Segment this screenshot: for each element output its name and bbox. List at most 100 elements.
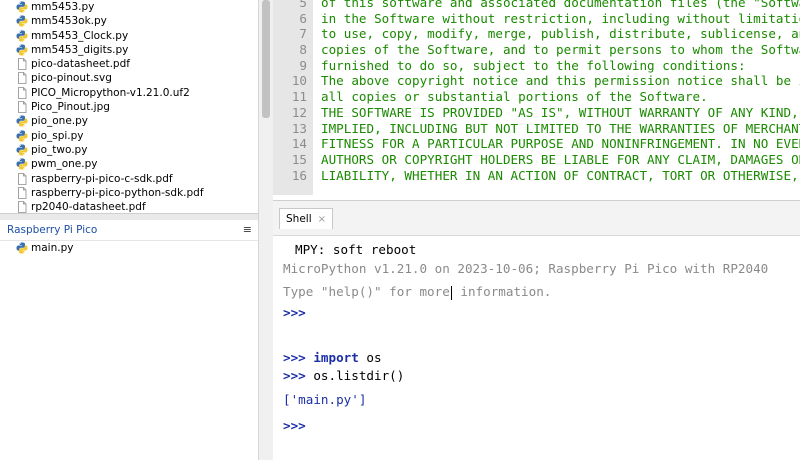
file-item[interactable]: rp2040-datasheet.pdf xyxy=(0,200,258,213)
file-item[interactable]: pico-pinout.svg xyxy=(0,71,258,85)
file-item[interactable]: mm5453ok.py xyxy=(0,14,258,28)
line-number: 12 xyxy=(291,104,307,120)
file-name: raspberry-pi-pico-python-sdk.pdf xyxy=(31,186,204,199)
line-number: 5 xyxy=(299,0,307,10)
tab-shell[interactable]: Shell × xyxy=(279,208,334,229)
file-item[interactable]: mm5453_digits.py xyxy=(0,43,258,57)
text-caret xyxy=(450,285,452,300)
menu-icon[interactable]: ≡ xyxy=(243,220,252,240)
editor-text[interactable]: of this software and associated document… xyxy=(313,0,800,195)
line-number: 14 xyxy=(291,136,307,152)
file-name: Pico_Pinout.jpg xyxy=(31,101,110,114)
file-icon xyxy=(16,172,28,185)
line-number: 15 xyxy=(291,151,307,167)
file-icon xyxy=(16,101,28,113)
python-file-icon xyxy=(16,44,28,56)
file-name: rp2040-datasheet.pdf xyxy=(31,201,146,213)
device-panel-header: Raspberry Pi Pico ≡ xyxy=(0,220,258,241)
import-module: os xyxy=(358,350,382,365)
listdir-line: >>> os.listdir() xyxy=(283,367,404,384)
file-name: mm5453_digits.py xyxy=(31,43,129,56)
device-file-list: main.py xyxy=(0,241,258,255)
import-line: >>> import os xyxy=(283,349,382,366)
file-name: pio_spi.py xyxy=(31,129,84,142)
code-line[interactable]: of this software and associated document… xyxy=(313,0,800,11)
file-name: pico-pinout.svg xyxy=(31,72,112,85)
shell-prompt: >>> xyxy=(283,368,306,383)
file-icon xyxy=(16,58,28,71)
file-item[interactable]: raspberry-pi-pico-c-sdk.pdf xyxy=(0,172,258,186)
file-name: mm5453.py xyxy=(31,1,95,13)
listdir-result: ['main.py'] xyxy=(283,392,367,407)
code-line[interactable]: IMPLIED, INCLUDING BUT NOT LIMITED TO TH… xyxy=(313,121,800,137)
file-item[interactable]: main.py xyxy=(0,241,258,255)
file-item[interactable]: mm5453.py xyxy=(0,0,258,14)
file-item[interactable]: raspberry-pi-pico-python-sdk.pdf xyxy=(0,186,258,200)
file-name: mm5453_Clock.py xyxy=(31,29,129,42)
file-name: pio_two.py xyxy=(31,143,88,156)
shell-prompt: >>> xyxy=(283,305,306,320)
device-files-panel: Raspberry Pi Pico ≡ main.py xyxy=(0,220,258,460)
import-keyword: import xyxy=(313,350,359,365)
file-item[interactable]: pico-datasheet.pdf xyxy=(0,57,258,71)
file-item[interactable]: pio_spi.py xyxy=(0,129,258,143)
file-name: mm5453ok.py xyxy=(31,15,107,28)
file-icon xyxy=(16,186,28,199)
file-item[interactable]: Pico_Pinout.jpg xyxy=(0,100,258,114)
code-line[interactable]: all copies or substantial portions of th… xyxy=(313,89,800,105)
help-hint-line: Type "help()" for more information. xyxy=(283,283,551,300)
file-list: mm5453.py mm5453ok.py mm5453_Clock.py mm545… xyxy=(0,0,258,213)
file-name: main.py xyxy=(31,242,74,254)
file-item[interactable]: pwm_one.py xyxy=(0,157,258,171)
code-line[interactable]: copies of the Software, and to permit pe… xyxy=(313,42,800,58)
local-files-panel: mm5453.py mm5453ok.py mm5453_Clock.py mm545… xyxy=(0,0,259,213)
python-file-icon xyxy=(16,242,28,254)
python-file-icon xyxy=(16,115,28,127)
shell-console[interactable]: MPY: soft reboot MicroPython v1.21.0 on … xyxy=(273,236,800,461)
listdir-command: os.listdir() xyxy=(305,368,405,383)
code-line[interactable]: in the Software without restriction, inc… xyxy=(313,11,800,27)
file-item[interactable]: mm5453_Clock.py xyxy=(0,29,258,43)
files-scrollbar[interactable] xyxy=(258,0,273,460)
code-line[interactable]: to use, copy, modify, merge, publish, di… xyxy=(313,26,800,42)
code-editor[interactable]: 5 6 7 8 9 10 11 12 13 14 15 16 of this software and… xyxy=(273,0,800,200)
panel-splitter[interactable] xyxy=(0,213,258,220)
code-line[interactable]: The above copyright notice and this perm… xyxy=(313,73,800,89)
files-scrollbar-thumb[interactable] xyxy=(262,0,270,118)
file-icon xyxy=(16,72,28,85)
device-panel-title: Raspberry Pi Pico xyxy=(7,224,98,236)
shell-prompt[interactable]: >>> xyxy=(283,417,306,434)
file-icon xyxy=(16,86,28,99)
file-name: pico-datasheet.pdf xyxy=(31,58,130,71)
python-file-icon xyxy=(16,130,28,142)
python-file-icon xyxy=(16,144,28,156)
close-icon[interactable]: × xyxy=(318,214,326,225)
file-item[interactable]: pio_two.py xyxy=(0,143,258,157)
shell-tab-bar: Shell × xyxy=(273,201,800,236)
file-icon xyxy=(16,201,28,213)
shell-panel: Shell × MPY: soft reboot MicroPython v1.2… xyxy=(273,200,800,461)
line-number: 16 xyxy=(291,167,307,183)
code-line[interactable]: LIABILITY, WHETHER IN AN ACTION OF CONTR… xyxy=(313,168,800,184)
code-line[interactable]: AUTHORS OR COPYRIGHT HOLDERS BE LIABLE F… xyxy=(313,152,800,168)
soft-reboot-line: MPY: soft reboot xyxy=(295,242,417,257)
line-number: 9 xyxy=(299,57,307,73)
file-name: pwm_one.py xyxy=(31,158,98,171)
line-number: 10 xyxy=(291,73,307,89)
file-item[interactable]: pio_one.py xyxy=(0,114,258,128)
micropython-banner: MicroPython v1.21.0 on 2023-10-06; Raspb… xyxy=(283,261,769,276)
help-hint-text-rest: information. xyxy=(452,284,552,299)
line-number-gutter: 5 6 7 8 9 10 11 12 13 14 15 16 xyxy=(273,0,313,195)
code-line[interactable]: furnished to do so, subject to the follo… xyxy=(313,58,800,74)
file-item[interactable]: PICO_Micropython-v1.21.0.uf2 xyxy=(0,86,258,100)
file-name: pio_one.py xyxy=(31,115,89,128)
line-number: 13 xyxy=(291,120,307,136)
file-name: raspberry-pi-pico-c-sdk.pdf xyxy=(31,172,173,185)
tab-shell-label: Shell xyxy=(286,213,312,225)
code-line[interactable]: FITNESS FOR A PARTICULAR PURPOSE AND NON… xyxy=(313,136,800,152)
line-number: 7 xyxy=(299,26,307,42)
line-number: 11 xyxy=(291,89,307,105)
python-file-icon xyxy=(16,1,28,13)
code-line[interactable]: THE SOFTWARE IS PROVIDED "AS IS", WITHOU… xyxy=(313,105,800,121)
help-hint-text: Type "help()" for more xyxy=(283,284,450,299)
